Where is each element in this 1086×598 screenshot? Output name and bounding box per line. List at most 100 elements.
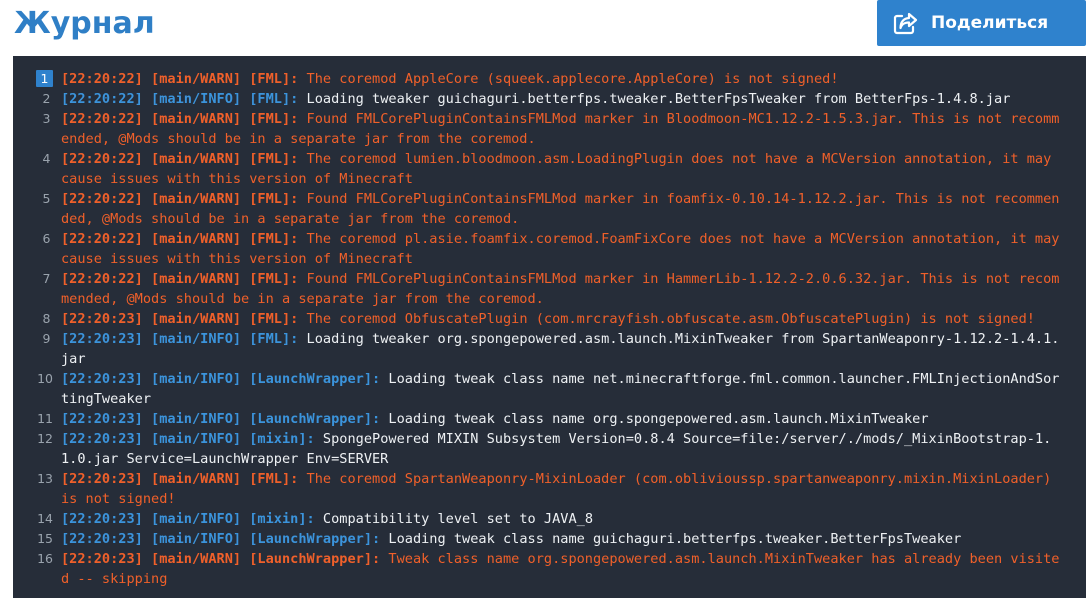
line-number[interactable]: 15 bbox=[13, 529, 61, 549]
line-number[interactable]: 4 bbox=[13, 149, 61, 169]
line-number[interactable]: 6 bbox=[13, 229, 61, 249]
line-number-label: 6 bbox=[42, 231, 51, 246]
share-button[interactable]: Поделиться bbox=[877, 0, 1086, 46]
log-line: 4 [22:20:22] [main/WARN] [FML]: The corem… bbox=[13, 149, 1086, 189]
line-number[interactable]: 1 bbox=[13, 69, 61, 89]
line-number-label: 5 bbox=[42, 191, 51, 206]
log-timestamp: [22:20:23] bbox=[61, 531, 143, 547]
log-line-text: [22:20:23] [main/INFO] [LaunchWrapper]: … bbox=[61, 409, 1061, 429]
log-timestamp: [22:20:23] bbox=[61, 511, 143, 527]
log-thread: [main/INFO] bbox=[151, 371, 242, 387]
log-thread: [main/INFO] bbox=[151, 411, 242, 427]
log-timestamp: [22:20:23] bbox=[61, 311, 143, 327]
log-timestamp: [22:20:23] bbox=[61, 411, 143, 427]
log-source: [mixin]: bbox=[249, 511, 315, 527]
line-number-label: 11 bbox=[37, 411, 53, 426]
log-message: Loading tweak class name org.spongepower… bbox=[388, 411, 929, 427]
line-number[interactable]: 13 bbox=[13, 469, 61, 489]
log-thread: [main/WARN] bbox=[151, 271, 242, 287]
line-number[interactable]: 7 bbox=[13, 269, 61, 289]
log-lines: 1 [22:20:22] [main/WARN] [FML]: The corem… bbox=[13, 69, 1086, 589]
log-line-text: [22:20:23] [main/INFO] [LaunchWrapper]: … bbox=[61, 369, 1061, 409]
log-message: The coremod ObfuscatePlugin (com.mrcrayf… bbox=[306, 311, 1035, 327]
line-number-label: 4 bbox=[42, 151, 51, 166]
log-timestamp: [22:20:22] bbox=[61, 91, 143, 107]
share-icon bbox=[893, 11, 919, 35]
log-line: 1 [22:20:22] [main/WARN] [FML]: The corem… bbox=[13, 69, 1086, 89]
line-number[interactable]: 10 bbox=[13, 369, 61, 389]
log-line-text: [22:20:22] [main/WARN] [FML]: Found FMLC… bbox=[61, 189, 1061, 229]
log-thread: [main/WARN] bbox=[151, 71, 242, 87]
line-number-label: 1 bbox=[36, 70, 53, 87]
line-number-label: 9 bbox=[42, 331, 51, 346]
log-thread: [main/WARN] bbox=[151, 311, 242, 327]
log-line-text: [22:20:22] [main/WARN] [FML]: The coremo… bbox=[61, 149, 1061, 189]
log-thread: [main/INFO] bbox=[151, 431, 242, 447]
log-timestamp: [22:20:23] bbox=[61, 331, 143, 347]
log-line: 15 [22:20:23] [main/INFO] [LaunchWrapper]… bbox=[13, 529, 1086, 549]
log-source: [FML]: bbox=[249, 91, 299, 107]
log-thread: [main/WARN] bbox=[151, 111, 242, 127]
log-source: [FML]: bbox=[249, 191, 299, 207]
log-line-text: [22:20:22] [main/WARN] [FML]: The coremo… bbox=[61, 229, 1061, 269]
log-line: 2 [22:20:22] [main/INFO] [FML]: Loading t… bbox=[13, 89, 1086, 109]
log-line: 7 [22:20:22] [main/WARN] [FML]: Found FML… bbox=[13, 269, 1086, 309]
line-number-label: 14 bbox=[37, 511, 53, 526]
log-timestamp: [22:20:23] bbox=[61, 551, 143, 567]
log-line-text: [22:20:23] [main/INFO] [LaunchWrapper]: … bbox=[61, 529, 1061, 549]
log-panel[interactable]: 1 [22:20:22] [main/WARN] [FML]: The corem… bbox=[13, 56, 1086, 598]
log-line: 12 [22:20:23] [main/INFO] [mixin]: Sponge… bbox=[13, 429, 1086, 469]
line-number[interactable]: 9 bbox=[13, 329, 61, 349]
log-thread: [main/WARN] bbox=[151, 471, 242, 487]
line-number-label: 15 bbox=[37, 531, 53, 546]
log-timestamp: [22:20:22] bbox=[61, 231, 143, 247]
line-number-label: 8 bbox=[42, 311, 51, 326]
line-number[interactable]: 12 bbox=[13, 429, 61, 449]
line-number[interactable]: 5 bbox=[13, 189, 61, 209]
log-line: 13 [22:20:23] [main/WARN] [FML]: The core… bbox=[13, 469, 1086, 509]
line-number-label: 13 bbox=[37, 471, 53, 486]
log-source: [LaunchWrapper]: bbox=[249, 371, 381, 387]
log-line: 5 [22:20:22] [main/WARN] [FML]: Found FML… bbox=[13, 189, 1086, 229]
log-timestamp: [22:20:22] bbox=[61, 111, 143, 127]
log-thread: [main/INFO] bbox=[151, 511, 242, 527]
share-button-label: Поделиться bbox=[931, 13, 1049, 33]
line-number[interactable]: 3 bbox=[13, 109, 61, 129]
log-source: [LaunchWrapper]: bbox=[249, 551, 381, 567]
log-line: 9 [22:20:23] [main/INFO] [FML]: Loading t… bbox=[13, 329, 1086, 369]
log-source: [FML]: bbox=[249, 471, 299, 487]
line-number-label: 3 bbox=[42, 111, 51, 126]
line-number-label: 16 bbox=[37, 551, 53, 566]
log-timestamp: [22:20:23] bbox=[61, 431, 143, 447]
log-line-text: [22:20:23] [main/WARN] [FML]: The coremo… bbox=[61, 469, 1061, 509]
log-line-text: [22:20:23] [main/WARN] [LaunchWrapper]: … bbox=[61, 549, 1061, 589]
line-number[interactable]: 14 bbox=[13, 509, 61, 529]
line-number[interactable]: 16 bbox=[13, 549, 61, 569]
log-line-text: [22:20:23] [main/WARN] [FML]: The coremo… bbox=[61, 309, 1061, 329]
log-line: 8 [22:20:23] [main/WARN] [FML]: The corem… bbox=[13, 309, 1086, 329]
log-timestamp: [22:20:23] bbox=[61, 371, 143, 387]
log-source: [FML]: bbox=[249, 231, 299, 247]
log-timestamp: [22:20:23] bbox=[61, 471, 143, 487]
log-line: 11 [22:20:23] [main/INFO] [LaunchWrapper]… bbox=[13, 409, 1086, 429]
log-line-text: [22:20:23] [main/INFO] [mixin]: SpongePo… bbox=[61, 429, 1061, 469]
log-line-text: [22:20:23] [main/INFO] [FML]: Loading tw… bbox=[61, 329, 1061, 369]
line-number[interactable]: 8 bbox=[13, 309, 61, 329]
log-source: [FML]: bbox=[249, 271, 299, 287]
log-timestamp: [22:20:22] bbox=[61, 271, 143, 287]
log-thread: [main/INFO] bbox=[151, 91, 242, 107]
log-message: The coremod AppleCore (squeek.applecore.… bbox=[306, 71, 839, 87]
line-number-label: 10 bbox=[37, 371, 53, 386]
page-title: Журнал bbox=[14, 6, 155, 41]
log-line-text: [22:20:22] [main/INFO] [FML]: Loading tw… bbox=[61, 89, 1061, 109]
line-number[interactable]: 11 bbox=[13, 409, 61, 429]
log-source: [LaunchWrapper]: bbox=[249, 411, 381, 427]
log-message: Compatibility level set to JAVA_8 bbox=[322, 511, 593, 527]
log-source: [FML]: bbox=[249, 311, 299, 327]
log-line-text: [22:20:22] [main/WARN] [FML]: Found FMLC… bbox=[61, 269, 1061, 309]
log-line: 14 [22:20:23] [main/INFO] [mixin]: Compat… bbox=[13, 509, 1086, 529]
log-line: 3 [22:20:22] [main/WARN] [FML]: Found FML… bbox=[13, 109, 1086, 149]
line-number[interactable]: 2 bbox=[13, 89, 61, 109]
log-message: Loading tweak class name guichaguri.bett… bbox=[388, 531, 962, 547]
log-thread: [main/INFO] bbox=[151, 331, 242, 347]
